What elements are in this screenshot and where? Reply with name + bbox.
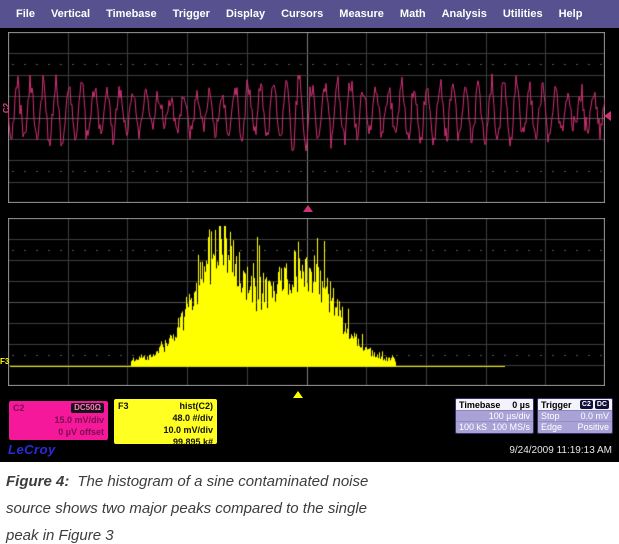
c2-waveform-grid bbox=[8, 32, 605, 203]
histogram-origin-marker-icon[interactable] bbox=[293, 391, 303, 398]
menu-help[interactable]: Help bbox=[551, 8, 591, 20]
menu-file[interactable]: File bbox=[8, 8, 43, 20]
trigger-level: 0.0 mV bbox=[580, 411, 609, 421]
f3-histogram-grid bbox=[8, 218, 605, 386]
f3-function: hist(C2) bbox=[180, 400, 214, 412]
menu-trigger[interactable]: Trigger bbox=[165, 8, 218, 20]
trigger-title: Trigger bbox=[541, 400, 572, 410]
f3-population: 99.895 k# bbox=[118, 436, 213, 448]
f3-bins-per-div: 48.0 #/div bbox=[118, 412, 213, 424]
menu-measure[interactable]: Measure bbox=[331, 8, 392, 20]
menu-cursors[interactable]: Cursors bbox=[273, 8, 331, 20]
menu-display[interactable]: Display bbox=[218, 8, 273, 20]
f3-descriptor-box[interactable]: F3 hist(C2) 48.0 #/div 10.0 mV/div 99.89… bbox=[113, 398, 218, 445]
trigger-type: Edge bbox=[541, 422, 562, 433]
c2-descriptor-title: C2 bbox=[13, 402, 25, 414]
trigger-box[interactable]: Trigger C2 DC Stop 0.0 mV Edge Positive bbox=[537, 398, 613, 434]
trigger-source-badge: C2 bbox=[580, 400, 593, 409]
oscilloscope-screenshot: File Vertical Timebase Trigger Display C… bbox=[0, 0, 619, 544]
timebase-sample-rate: 100 MS/s bbox=[492, 422, 530, 433]
menu-bar: File Vertical Timebase Trigger Display C… bbox=[0, 0, 619, 28]
c2-trace-tag[interactable]: C2 bbox=[3, 101, 11, 115]
timebase-samples: 100 kS bbox=[459, 422, 487, 433]
menu-analysis[interactable]: Analysis bbox=[434, 8, 495, 20]
c2-coupling-badge: DC50Ω bbox=[71, 403, 104, 413]
menu-math[interactable]: Math bbox=[392, 8, 434, 20]
menu-vertical[interactable]: Vertical bbox=[43, 8, 98, 20]
trigger-time-marker-icon[interactable] bbox=[303, 205, 313, 212]
datetime-display: 9/24/2009 11:19:13 AM bbox=[509, 445, 612, 456]
timebase-title: Timebase bbox=[459, 400, 500, 410]
timebase-delay: 0 µs bbox=[512, 400, 530, 410]
f3-descriptor-title: F3 bbox=[118, 400, 129, 412]
menu-timebase[interactable]: Timebase bbox=[98, 8, 165, 20]
trigger-coupling-badge: DC bbox=[595, 400, 609, 409]
f3-trace-tag[interactable]: F3 bbox=[0, 358, 9, 366]
menu-utilities[interactable]: Utilities bbox=[495, 8, 551, 20]
trigger-slope: Positive bbox=[577, 422, 609, 433]
timebase-box[interactable]: Timebase 0 µs 100 µs/div 100 kS 100 MS/s bbox=[455, 398, 534, 434]
scope-display: C2 F3 C2 DC50Ω 15.0 mV/div 0 µV offset F… bbox=[0, 28, 619, 462]
figure-caption-line2: source shows two major peaks compared to… bbox=[6, 500, 367, 517]
trigger-mode: Stop bbox=[541, 411, 560, 421]
timebase-time-per-div: 100 µs/div bbox=[489, 411, 530, 421]
c2-descriptor-box[interactable]: C2 DC50Ω 15.0 mV/div 0 µV offset bbox=[8, 400, 109, 441]
figure-caption-line1: The histogram of a sine contaminated noi… bbox=[77, 473, 368, 490]
figure-caption-label: Figure 4: bbox=[6, 473, 69, 490]
c2-volts-per-div: 15.0 mV/div bbox=[13, 414, 104, 426]
figure-caption-line3: peak in Figure 3 bbox=[6, 527, 114, 544]
trigger-level-arrow-icon[interactable] bbox=[604, 111, 611, 121]
lecroy-logo: LeCroy bbox=[8, 442, 56, 457]
figure-caption: Figure 4: The histogram of a sine contami… bbox=[0, 462, 619, 544]
c2-offset: 0 µV offset bbox=[13, 426, 104, 438]
f3-mv-per-div: 10.0 mV/div bbox=[118, 424, 213, 436]
